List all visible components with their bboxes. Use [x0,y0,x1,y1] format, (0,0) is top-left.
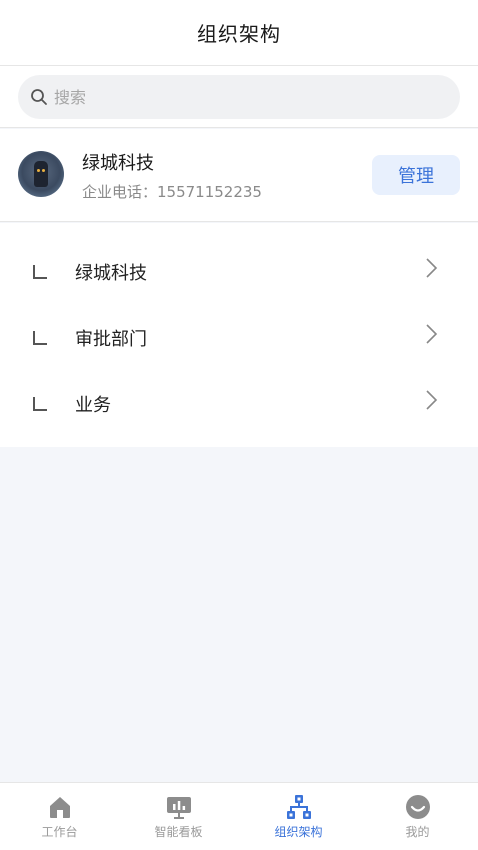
manage-button[interactable]: 管理 [372,155,460,195]
profile-icon [405,795,430,819]
department-label: 业务 [75,395,111,416]
nav-header: 组织架构 [0,0,478,66]
tab-profile[interactable]: 我的 [358,783,477,850]
page-title: 组织架构 [197,22,281,46]
department-label: 审批部门 [75,329,147,350]
chevron-right-icon [426,324,438,344]
search-icon [31,89,47,105]
department-item[interactable]: 审批部门 [0,313,478,379]
tab-label: 工作台 [41,825,78,839]
department-label: 绿城科技 [75,263,147,284]
company-card: 绿城科技 企业电话：15571152235 管理 [0,129,478,222]
search-bar[interactable] [18,75,460,119]
department-list: 绿城科技 审批部门 业务 [0,223,478,447]
chevron-right-icon [426,258,438,278]
department-item[interactable]: 业务 [0,379,478,445]
home-icon [49,797,70,818]
tree-branch-icon [33,397,47,411]
company-name: 绿城科技 [82,153,154,174]
tree-branch-icon [33,265,47,279]
department-item[interactable]: 绿城科技 [0,247,478,313]
tab-label: 我的 [405,825,430,839]
company-phone: 企业电话：15571152235 [82,183,262,201]
tab-org-chart[interactable]: 组织架构 [239,783,358,850]
tab-workbench[interactable]: 工作台 [0,783,119,850]
tree-branch-icon [33,331,47,345]
dashboard-icon [166,797,191,819]
search-section [0,66,478,128]
tab-label: 组织架构 [274,825,323,839]
search-input[interactable] [54,87,434,107]
tab-bar: 工作台 智能看板 组织架构 我的 [0,782,478,850]
chevron-right-icon [426,390,438,410]
tab-label: 智能看板 [154,825,203,839]
tab-dashboard[interactable]: 智能看板 [119,783,238,850]
company-avatar [18,151,64,197]
org-chart-icon [286,795,311,819]
